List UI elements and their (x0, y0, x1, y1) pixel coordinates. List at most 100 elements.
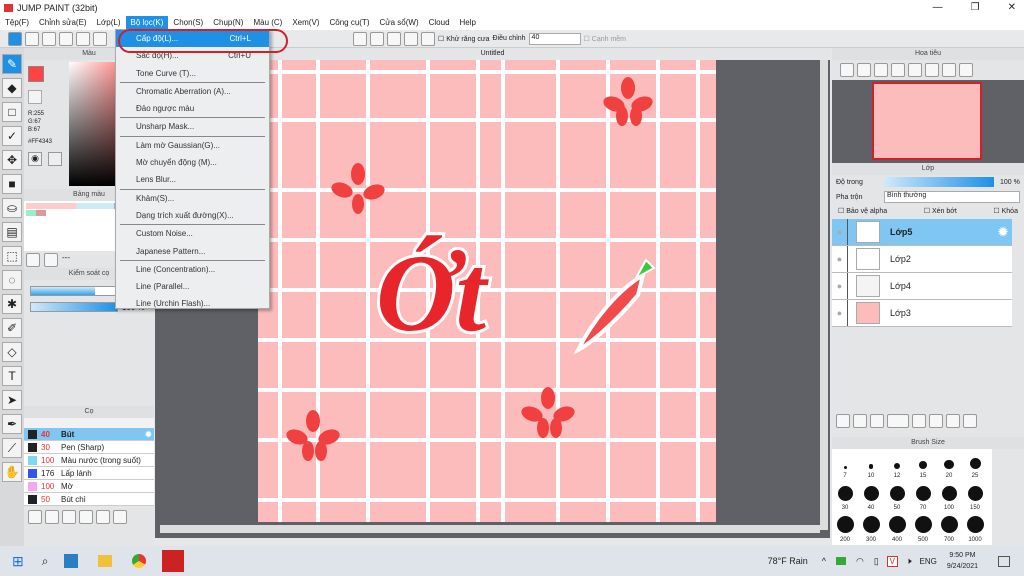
brush-tool-icon[interactable]: ✎ (2, 54, 22, 74)
menu-xem-v[interactable]: Xem(V) (287, 16, 324, 30)
checkbox-khoa[interactable]: ☐ Khóa (993, 207, 1018, 217)
menu-item-custom-noise[interactable]: Custom Noise... (116, 225, 269, 242)
brush-size-option[interactable]: 15 (910, 449, 936, 481)
delete-layer-icon[interactable] (963, 414, 977, 428)
menu-mau-c[interactable]: Màu (C) (248, 16, 287, 30)
brush-size-option[interactable]: 400 (884, 513, 910, 545)
hand-tool-icon[interactable]: ✋ (2, 462, 22, 482)
navigator-preview[interactable] (832, 80, 1024, 172)
menu-item-lens-blur[interactable]: Lens Blur... (116, 171, 269, 188)
visibility-icon[interactable]: ● (832, 300, 848, 326)
chrome-icon[interactable] (132, 554, 147, 568)
speech-icon[interactable] (42, 31, 56, 46)
brush-folder-icon[interactable] (96, 510, 110, 524)
layer-lop3[interactable]: ● Lớp3 (832, 300, 1012, 327)
brush-item[interactable]: 100 Mờ (24, 480, 154, 493)
clock[interactable]: 9:50 PM 9/24/2021 (947, 550, 978, 572)
menu-item-line-urchin-flash[interactable]: Line (Urchin Flash)... (116, 295, 269, 312)
menu-cong-cu-t[interactable]: Công cụ(T) (324, 16, 374, 30)
menu-item-dao-nguoc-mau[interactable]: Đảo ngược màu (116, 100, 269, 117)
zoom-out-icon[interactable] (857, 63, 871, 77)
menu-cua-so-w[interactable]: Cửa sổ(W) (374, 16, 423, 30)
vertical-scrollbar[interactable] (820, 60, 828, 530)
menu-chinh-sua-e[interactable]: Chỉnh sửa(E) (34, 16, 92, 30)
gear-icon[interactable]: ✹ (998, 225, 1008, 239)
adjust-input[interactable]: 40 (528, 32, 581, 45)
windows-start-icon[interactable]: ⊞ (12, 553, 24, 570)
eyedropper-tool-icon[interactable]: ⟋ (2, 438, 22, 458)
brush-size-option[interactable]: 70 (910, 481, 936, 513)
gradient-tool-icon[interactable]: ▤ (2, 222, 22, 242)
eraser-tool-icon[interactable]: ◆ (2, 78, 22, 98)
menu-chon-s[interactable]: Chọn(S) (168, 16, 208, 30)
menu-cloud[interactable]: Cloud (424, 16, 455, 30)
menu-item-line-parallel[interactable]: Line (Parallel... (116, 278, 269, 295)
volume-icon[interactable]: 🕨 (906, 556, 912, 567)
text-tool-icon[interactable]: T (2, 366, 22, 386)
brush-settings-icon[interactable] (79, 510, 93, 524)
brush-item[interactable]: 100 Màu nước (trong suốt) (24, 454, 154, 467)
brush-type-icon[interactable] (62, 510, 76, 524)
page-icon[interactable] (76, 31, 90, 46)
rotate-right-icon[interactable] (942, 63, 956, 77)
menu-item-tone-curve-t[interactable]: Tone Curve (T)... (116, 65, 269, 82)
path-icon[interactable] (387, 31, 401, 46)
device-icon[interactable]: ▯ (874, 556, 879, 567)
brush-item[interactable]: 40 Bút ✹ (24, 428, 154, 441)
fit-icon[interactable] (874, 63, 888, 77)
menu-item-mo-chuyen-dong-m[interactable]: Mờ chuyển động (M)... (116, 154, 269, 171)
jump-paint-taskbar-icon[interactable] (162, 550, 185, 572)
menu-item-line-concentration[interactable]: Line (Concentration)... (116, 261, 269, 278)
smooth-checkbox[interactable]: ☐ Cạnh mềm (584, 35, 626, 43)
bucket-tool-icon[interactable]: ⛀ (2, 198, 22, 218)
layer-lop4[interactable]: ● Lớp4 (832, 273, 1012, 300)
brush-size-option[interactable]: 200 (832, 513, 858, 545)
tray-chevron-icon[interactable]: ^ (822, 556, 826, 566)
visibility-icon[interactable]: ● (832, 219, 848, 245)
weather[interactable]: 78°F Rain (768, 556, 808, 566)
close-button[interactable]: ✕ (1008, 2, 1016, 13)
visibility-icon[interactable]: ● (832, 273, 848, 299)
layer-import-icon[interactable] (870, 414, 884, 428)
checkbox-xen-bot[interactable]: ☐ Xén bớt (924, 207, 957, 217)
menu-lop-l[interactable]: Lớp(L) (92, 16, 126, 30)
select-eraser-icon[interactable]: ◇ (2, 342, 22, 362)
reset-rotate-icon[interactable] (925, 63, 939, 77)
check-tool-icon[interactable]: ✓ (2, 126, 22, 146)
duplicate-brush-icon[interactable] (113, 510, 127, 524)
rect-select-tool-icon[interactable]: ⬚ (2, 246, 22, 266)
rotate-left-icon[interactable] (908, 63, 922, 77)
blend-mode-select[interactable]: Bình thường (884, 191, 1020, 203)
menu-help[interactable]: Help (455, 16, 481, 30)
foreground-color-swatch[interactable] (28, 66, 44, 82)
brush-opacity-slider[interactable] (30, 302, 118, 312)
wifi-icon[interactable]: ◠ (856, 556, 864, 567)
flip-icon[interactable] (959, 63, 973, 77)
magic-wand-tool-icon[interactable]: ✱ (2, 294, 22, 314)
brush-size-option[interactable]: 30 (832, 481, 858, 513)
menu-item-chromatic-aberration-a[interactable]: Chromatic Aberration (A)... (116, 83, 269, 100)
color-option-button[interactable] (48, 152, 62, 166)
brush-size-option[interactable]: 10 (858, 449, 884, 481)
menu-bo-loc-k[interactable]: Bộ lọc(K) (125, 16, 169, 30)
menu-chup-n[interactable]: Chụp(N) (208, 16, 248, 30)
merge-layer-icon[interactable] (946, 414, 960, 428)
cloud-icon[interactable] (8, 31, 22, 46)
new-brush-icon[interactable] (45, 510, 59, 524)
gear-icon[interactable]: ✹ (145, 430, 152, 439)
drawing-canvas[interactable]: Ớt (258, 60, 716, 522)
dell-icon[interactable] (64, 554, 79, 568)
layer-lop5[interactable]: ● Lớp5 ✹ (832, 219, 1012, 246)
menu-tep-f[interactable]: Tệp(F) (0, 16, 34, 30)
brush-size-option[interactable]: 20 (936, 449, 962, 481)
select-pen-icon[interactable]: ✐ (2, 318, 22, 338)
layer-copy-icon[interactable] (853, 414, 867, 428)
zoom-in-icon[interactable] (840, 63, 854, 77)
horizontal-scrollbar[interactable] (160, 525, 820, 533)
gear-icon[interactable] (421, 31, 435, 46)
brush-size-option[interactable]: 500 (910, 513, 936, 545)
menu-item-kham-s[interactable]: Khảm(S)... (116, 190, 269, 207)
duplicate-layer-icon[interactable] (929, 414, 943, 428)
circle-icon[interactable] (404, 31, 418, 46)
delete-palette-icon[interactable] (44, 253, 58, 267)
